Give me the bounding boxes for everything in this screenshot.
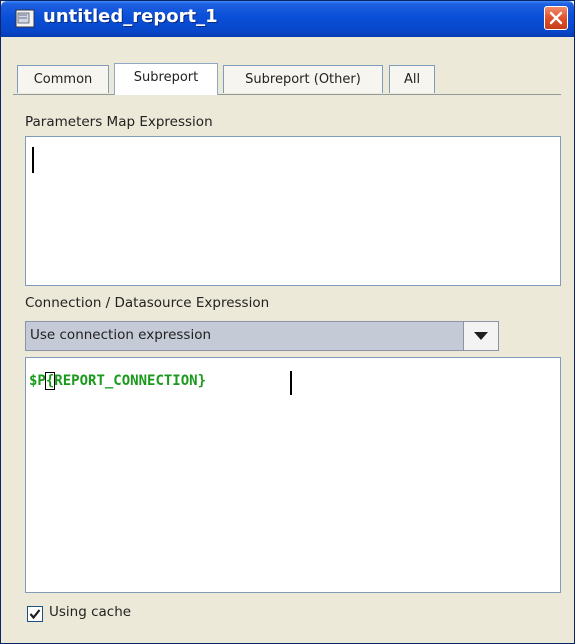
parameters-map-label: Parameters Map Expression: [25, 114, 213, 130]
connection-type-select[interactable]: Use connection expression: [25, 321, 499, 351]
connection-type-value: Use connection expression: [30, 327, 212, 343]
tab-common[interactable]: Common: [17, 65, 109, 93]
dialog-window: untitled_report_1 Common Subreport Subre…: [0, 0, 575, 644]
window-title: untitled_report_1: [43, 6, 218, 27]
tab-subreport[interactable]: Subreport: [114, 63, 218, 95]
text-caret: [32, 147, 34, 173]
expression-rest: REPORT_CONNECTION}: [54, 373, 207, 389]
tab-subreport-other[interactable]: Subreport (Other): [223, 65, 383, 93]
expression-prefix: $P: [29, 373, 46, 389]
expression-caret: [290, 371, 292, 395]
dropdown-button[interactable]: [463, 321, 499, 351]
checkmark-icon: [29, 609, 41, 620]
tab-strip: Common Subreport Subreport (Other) All: [1, 37, 574, 99]
close-icon: [549, 11, 563, 25]
tab-strip-divider: [13, 94, 561, 95]
connection-label: Connection / Datasource Expression: [25, 295, 270, 311]
document-icon: [15, 9, 35, 28]
connection-expression-text: $P{REPORT_CONNECTION}: [29, 372, 207, 390]
parameters-map-editor[interactable]: [25, 136, 561, 286]
chevron-down-icon: [474, 332, 488, 340]
tab-all[interactable]: All: [389, 65, 435, 93]
using-cache-label: Using cache: [49, 604, 132, 620]
title-bar[interactable]: untitled_report_1: [1, 1, 574, 37]
using-cache-checkbox[interactable]: [27, 606, 43, 622]
connection-expression-editor[interactable]: [25, 357, 561, 593]
close-button[interactable]: [544, 6, 568, 30]
